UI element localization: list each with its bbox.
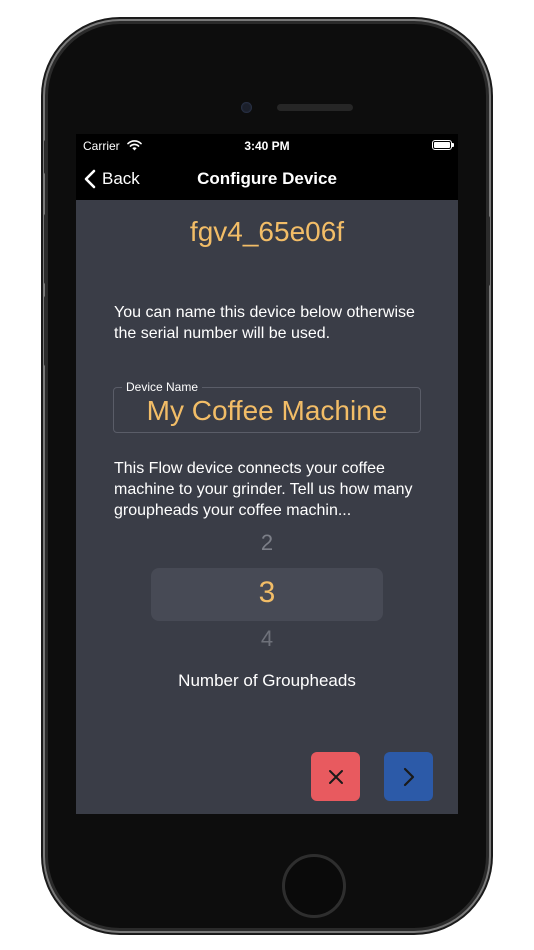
power-button [486,216,490,286]
grouphead-picker[interactable]: 2 3 4 [76,530,458,656]
battery-icon [432,140,454,150]
device-serial: fgv4_65e06f [189,216,345,247]
earpiece-speaker [277,104,353,111]
status-bar: Carrier 3:40 PM [76,134,458,158]
app-screen: Carrier 3:40 PM Back Configure Device fg… [76,134,458,814]
status-time: 3:40 PM [244,139,290,153]
device-name-input[interactable] [114,393,420,429]
close-icon [328,769,343,784]
volume-down-button [44,296,48,366]
cancel-button[interactable] [311,752,360,801]
intro-text: You can name this device below otherwise… [114,304,415,342]
next-button[interactable] [384,752,433,801]
chevron-right-icon [403,767,414,786]
device-name-field[interactable]: Device Name [113,380,421,433]
front-camera [241,102,252,113]
grouphead-text: This Flow device connects your coffee ma… [114,460,413,519]
mute-switch [44,140,48,174]
picker-option-next[interactable]: 4 [76,626,458,652]
picker-option-selected[interactable]: 3 [76,576,458,610]
home-button[interactable] [282,854,346,918]
volume-up-button [44,214,48,284]
picker-caption: Number of Groupheads [178,671,356,690]
page-title: Configure Device [197,169,337,188]
device-name-label: Device Name [122,380,203,394]
picker-option-prev[interactable]: 2 [76,530,458,556]
navigation-bar: Back Configure Device [76,158,458,200]
